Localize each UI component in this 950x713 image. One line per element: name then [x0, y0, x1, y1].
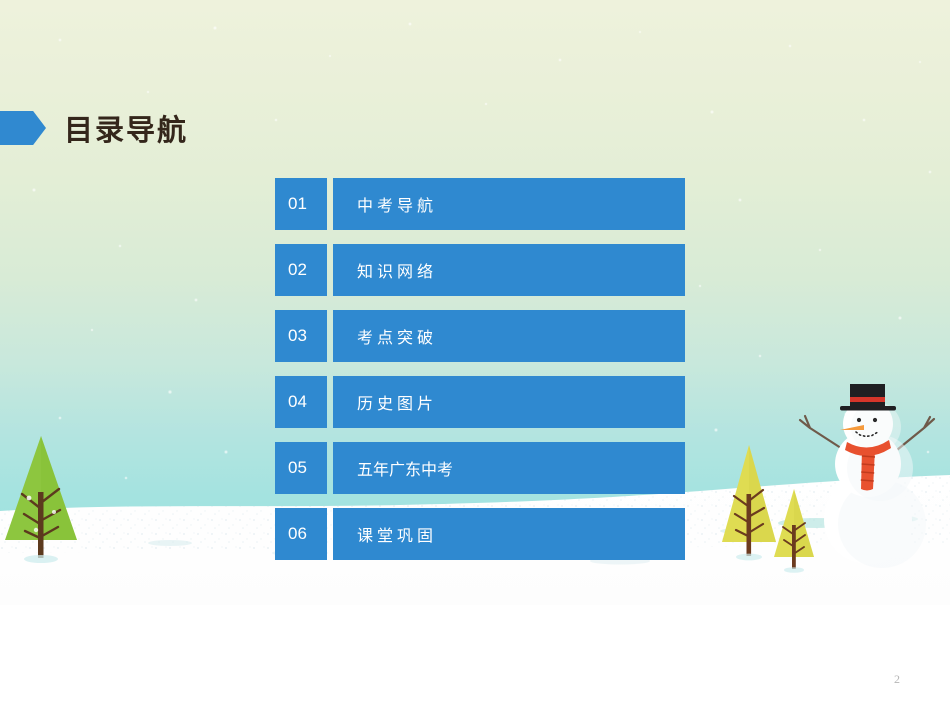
toc-label-02[interactable]: 知识网络 [333, 244, 685, 296]
page-number: 2 [894, 672, 900, 686]
snow-drift-1 [148, 540, 192, 546]
toc-number-02: 02 [275, 244, 327, 296]
page-title: 目录导航 [64, 113, 189, 147]
toc-number-03: 03 [275, 310, 327, 362]
toc-item-01[interactable]: 01 中考导航 [275, 178, 685, 230]
toc-label-04[interactable]: 历史图片 [333, 376, 685, 428]
pentagon-arrow-right-icon [0, 111, 46, 145]
table-of-contents: 01 中考导航 02 知识网络 03 考点突破 04 历史图片 05 五年广东中… [275, 178, 685, 560]
toc-number-04: 04 [275, 376, 327, 428]
snowman-icon [798, 384, 936, 568]
toc-label-06[interactable]: 课堂巩固 [333, 508, 685, 560]
toc-number-06: 06 [275, 508, 327, 560]
pine-tree-green-left-icon [5, 436, 77, 563]
toc-label-05[interactable]: 五年广东中考 [333, 442, 685, 494]
toc-label-03[interactable]: 考点突破 [333, 310, 685, 362]
page-title-row: 目录导航 [0, 104, 188, 152]
toc-item-04[interactable]: 04 历史图片 [275, 376, 685, 428]
toc-item-05[interactable]: 05 五年广东中考 [275, 442, 685, 494]
toc-number-05: 05 [275, 442, 327, 494]
toc-item-03[interactable]: 03 考点突破 [275, 310, 685, 362]
toc-item-02[interactable]: 02 知识网络 [275, 244, 685, 296]
toc-item-06[interactable]: 06 课堂巩固 [275, 508, 685, 560]
slide-canvas: 目录导航 01 中考导航 02 知识网络 03 考点突破 04 历史图片 05 … [0, 0, 950, 713]
snowman-top-hat [840, 384, 896, 411]
snowman-eye-left [856, 417, 862, 423]
snowman-left-arm [798, 414, 846, 452]
snowman-eye-right [872, 417, 878, 423]
toc-label-01[interactable]: 中考导航 [333, 178, 685, 230]
toc-number-01: 01 [275, 178, 327, 230]
